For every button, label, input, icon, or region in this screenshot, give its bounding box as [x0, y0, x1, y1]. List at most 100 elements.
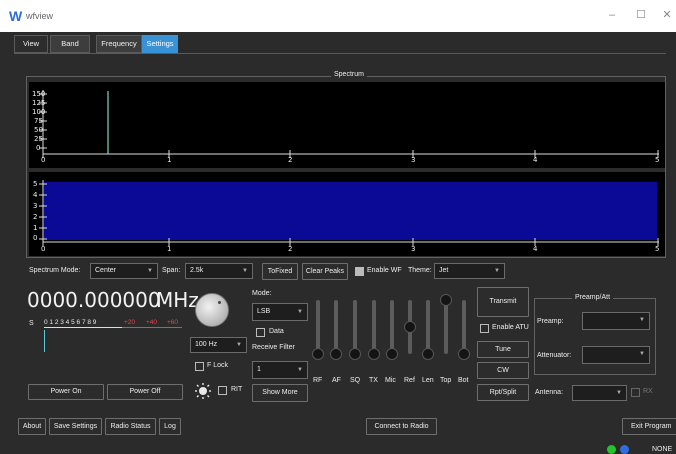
y-tick-25: 25: [34, 135, 43, 143]
tab-view[interactable]: View: [14, 35, 48, 53]
x-tick-2: 2: [288, 156, 293, 164]
wf-y-tick-2: 2: [33, 213, 38, 221]
about-button[interactable]: About: [18, 418, 46, 435]
slider-handle-len[interactable]: [422, 348, 434, 360]
span-value: 2.5k: [190, 267, 204, 274]
s-meter-baseline: [44, 327, 122, 328]
slider-label-af: AF: [332, 377, 341, 384]
show-more-button[interactable]: Show More: [252, 384, 308, 402]
tuning-step-select[interactable]: 100 Hz ▼: [190, 337, 247, 353]
power-off-button[interactable]: Power Off: [107, 384, 183, 400]
slider-handle-top[interactable]: [440, 294, 452, 306]
chevron-down-icon: ▼: [297, 309, 303, 315]
y-tick-50: 50: [34, 126, 43, 134]
rit-checkbox[interactable]: [218, 386, 227, 395]
antenna-select[interactable]: ▼: [572, 385, 627, 401]
slider-track-sq[interactable]: [353, 300, 357, 354]
transmit-button[interactable]: Transmit: [477, 287, 529, 317]
chevron-down-icon: ▼: [297, 367, 303, 373]
wf-x-tick-0: 0: [41, 245, 46, 253]
enable-atu-checkbox[interactable]: [480, 324, 489, 333]
tab-settings[interactable]: Settings: [142, 35, 178, 53]
enable-atu-label: Enable ATU: [492, 324, 529, 331]
tuning-knob[interactable]: [195, 293, 229, 327]
flock-checkbox[interactable]: [195, 362, 204, 371]
span-select[interactable]: 2.5k ▼: [185, 263, 253, 279]
clear-peaks-button[interactable]: Clear Peaks: [302, 263, 348, 280]
frequency-display[interactable]: 0000.000000: [27, 288, 161, 312]
chevron-down-icon: ▼: [616, 390, 622, 396]
s-meter-label: S: [29, 320, 34, 327]
receive-filter-label: Receive Filter: [252, 344, 295, 351]
slider-track-af[interactable]: [334, 300, 338, 354]
spectrum-title: Spectrum: [331, 71, 367, 78]
radio-status-button[interactable]: Radio Status: [105, 418, 156, 435]
chevron-down-icon: ▼: [147, 268, 153, 274]
cw-button[interactable]: CW: [477, 362, 529, 379]
slider-track-tx[interactable]: [372, 300, 376, 354]
s-meter-plus60: +60: [167, 319, 179, 326]
tofixed-button[interactable]: ToFixed: [262, 263, 298, 280]
power-on-button[interactable]: Power On: [28, 384, 104, 400]
title-bar: W wfview – ☐ ✕: [0, 0, 676, 32]
save-settings-button[interactable]: Save Settings: [49, 418, 102, 435]
wf-y-tick-5: 5: [33, 180, 38, 188]
enable-wf-checkbox[interactable]: [355, 267, 364, 276]
chevron-down-icon: ▼: [236, 342, 242, 348]
wf-x-tick-5: 5: [655, 245, 660, 253]
span-label: Span:: [162, 267, 181, 274]
s-meter-plus20: +20: [124, 319, 136, 326]
receive-filter-value: 1: [257, 366, 261, 373]
log-button[interactable]: Log: [159, 418, 181, 435]
rx-antenna-checkbox[interactable]: [631, 388, 640, 397]
slider-label-top: Top: [440, 377, 452, 384]
chevron-down-icon: ▼: [494, 268, 500, 274]
slider-track-rf[interactable]: [316, 300, 320, 354]
tab-frequency[interactable]: Frequency: [96, 35, 142, 53]
slider-handle-mic[interactable]: [386, 348, 398, 360]
waterfall-axes: [39, 180, 659, 246]
theme-label: Theme:: [408, 267, 432, 274]
spectrum-plot[interactable]: 150 125 100 75 50 25 0 0 1 2 3 4 5: [29, 82, 665, 168]
preamp-label: Preamp:: [537, 318, 564, 325]
tune-button[interactable]: Tune: [477, 341, 529, 358]
receive-filter-select[interactable]: 1 ▼: [252, 361, 308, 379]
preamp-select[interactable]: ▼: [582, 312, 650, 330]
status-led-green: [607, 445, 616, 454]
slider-handle-ref[interactable]: [404, 321, 416, 333]
maximize-icon[interactable]: ☐: [634, 8, 648, 22]
rpt-split-button[interactable]: Rpt/Split: [477, 384, 529, 401]
wf-x-tick-3: 3: [411, 245, 416, 253]
slider-handle-sq[interactable]: [349, 348, 361, 360]
y-tick-150: 150: [32, 90, 46, 98]
theme-select[interactable]: Jet ▼: [434, 263, 505, 279]
tab-band[interactable]: Band: [50, 35, 90, 53]
spectrum-mode-select[interactable]: Center ▼: [90, 263, 158, 279]
tuning-step-value: 100 Hz: [195, 341, 218, 348]
close-icon[interactable]: ✕: [660, 8, 674, 22]
slider-track-bot[interactable]: [462, 300, 466, 354]
connect-to-radio-button[interactable]: Connect to Radio: [366, 418, 437, 435]
exit-program-button[interactable]: Exit Program: [622, 418, 676, 435]
s-meter-needle: [44, 330, 45, 352]
wf-x-tick-1: 1: [167, 245, 172, 253]
slider-handle-rf[interactable]: [312, 348, 324, 360]
chevron-down-icon: ▼: [639, 317, 645, 323]
mode-select[interactable]: LSB ▼: [252, 303, 308, 321]
tab-divider: [14, 53, 666, 54]
minimize-icon[interactable]: –: [605, 8, 619, 22]
slider-track-top[interactable]: [444, 300, 448, 354]
slider-track-len[interactable]: [426, 300, 430, 354]
antenna-label: Antenna:: [535, 389, 564, 396]
waterfall-plot[interactable]: 5 4 3 2 1 0 0 1 2 3 4 5: [29, 172, 665, 256]
slider-handle-af[interactable]: [330, 348, 342, 360]
x-tick-3: 3: [411, 156, 416, 164]
data-checkbox[interactable]: [256, 328, 265, 337]
rit-knob-icon[interactable]: [195, 383, 211, 399]
attenuator-select[interactable]: ▼: [582, 346, 650, 364]
frequency-unit: MHz: [156, 288, 199, 312]
slider-label-mic: Mic: [385, 377, 396, 384]
slider-handle-bot[interactable]: [458, 348, 470, 360]
slider-handle-tx[interactable]: [368, 348, 380, 360]
slider-track-mic[interactable]: [390, 300, 394, 354]
